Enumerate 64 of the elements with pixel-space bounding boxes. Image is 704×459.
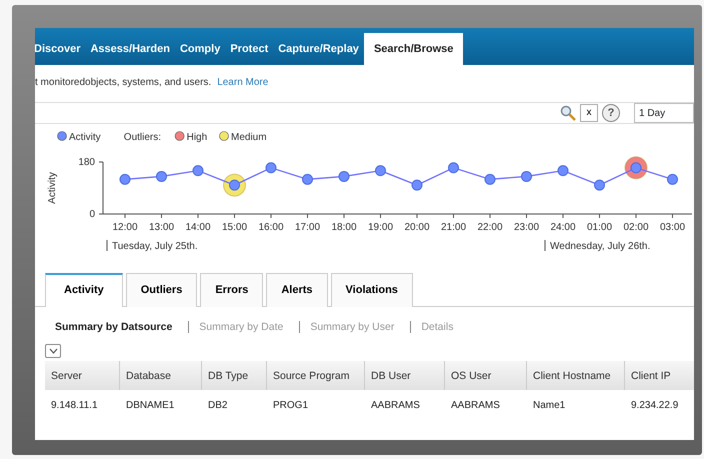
tab[interactable]: Activity bbox=[45, 273, 123, 306]
legend-label: Activity bbox=[69, 132, 101, 143]
search-icon[interactable] bbox=[560, 105, 576, 121]
nav-tab[interactable]: Comply bbox=[174, 32, 226, 65]
tick-label: 19:00 bbox=[368, 222, 394, 233]
tick-label: 18:00 bbox=[331, 222, 357, 233]
tick-label: 22:00 bbox=[477, 222, 503, 233]
table-cell-text: PROG1 bbox=[272, 399, 310, 414]
column-header[interactable]: Server bbox=[45, 361, 120, 390]
column-header[interactable]: Database bbox=[120, 361, 202, 390]
tab[interactable]: Outliers bbox=[126, 273, 198, 306]
clear-button[interactable]: x bbox=[580, 104, 598, 122]
legend-label: Medium bbox=[231, 132, 267, 143]
column-header[interactable]: Client IP bbox=[625, 361, 694, 390]
expand-toggle[interactable] bbox=[45, 344, 61, 358]
tick-label: 14:00 bbox=[185, 222, 211, 233]
help-button[interactable]: ? bbox=[602, 104, 620, 122]
nav-tab[interactable]: Protect bbox=[225, 32, 274, 65]
tab[interactable]: Errors bbox=[200, 273, 264, 306]
tick-label: 23:00 bbox=[514, 222, 540, 233]
nav-tab[interactable]: Capture/Replay bbox=[273, 32, 364, 65]
tab[interactable]: Alerts bbox=[266, 273, 328, 306]
column-header[interactable]: DB User bbox=[365, 361, 445, 390]
nav-tab[interactable]: Assess/Harden bbox=[85, 32, 175, 65]
tick-label: 03:00 bbox=[660, 222, 686, 233]
view-link[interactable]: Summary by Datsource bbox=[55, 320, 172, 336]
tick-label: 180 bbox=[78, 157, 95, 168]
tick-label: 15:00 bbox=[222, 222, 248, 233]
chevron-icon bbox=[48, 348, 58, 354]
tick-label: 16:00 bbox=[258, 222, 284, 233]
tick-label: 21:00 bbox=[440, 222, 466, 233]
table-cell-text: Name1 bbox=[532, 399, 566, 414]
axis-title: Activity bbox=[47, 172, 58, 204]
table-cell-text: 9.148.11.1 bbox=[50, 399, 99, 414]
tick-label: 24:00 bbox=[550, 222, 576, 233]
tab[interactable]: Violations bbox=[330, 273, 413, 306]
tick-label: 12:00 bbox=[112, 222, 138, 233]
tick-label: 0 bbox=[89, 209, 95, 220]
legend-label: Outliers: bbox=[124, 132, 162, 143]
info-text: t monitoredobjects, systems, and users. bbox=[35, 77, 212, 88]
date-label: Wednesday, July 26th. bbox=[550, 241, 650, 252]
range-select[interactable]: 1 Day bbox=[634, 103, 694, 123]
tick-label: 02:00 bbox=[623, 222, 649, 233]
learn-more-link[interactable]: Learn More bbox=[217, 77, 268, 88]
nav-tab[interactable]: Search/Browse bbox=[364, 32, 464, 65]
date-label: Tuesday, July 25th. bbox=[112, 241, 198, 252]
legend-label: High bbox=[186, 132, 208, 143]
tick-label: 13:00 bbox=[148, 222, 174, 233]
column-header[interactable]: Client Hostname bbox=[527, 361, 625, 390]
tick-label: 20:00 bbox=[404, 222, 430, 233]
table-cell-text: DB2 bbox=[207, 399, 228, 414]
column-header[interactable]: Source Program bbox=[267, 361, 365, 390]
date-marker bbox=[106, 240, 108, 252]
table-cell-text: DBNAME1 bbox=[125, 399, 176, 414]
table-cell-text: 9.234.22.9 bbox=[630, 399, 680, 414]
column-header[interactable]: OS User bbox=[445, 361, 527, 390]
nav-tab[interactable]: Discover bbox=[35, 32, 86, 65]
tick-label: 17:00 bbox=[294, 222, 320, 233]
tick-label: 01:00 bbox=[586, 222, 612, 233]
column-header[interactable]: DB Type bbox=[202, 361, 267, 390]
y-axis bbox=[98, 162, 104, 214]
date-marker bbox=[544, 240, 546, 252]
table-cell-text: AABRAMS bbox=[450, 399, 501, 414]
table-cell-text: AABRAMS bbox=[370, 399, 421, 414]
